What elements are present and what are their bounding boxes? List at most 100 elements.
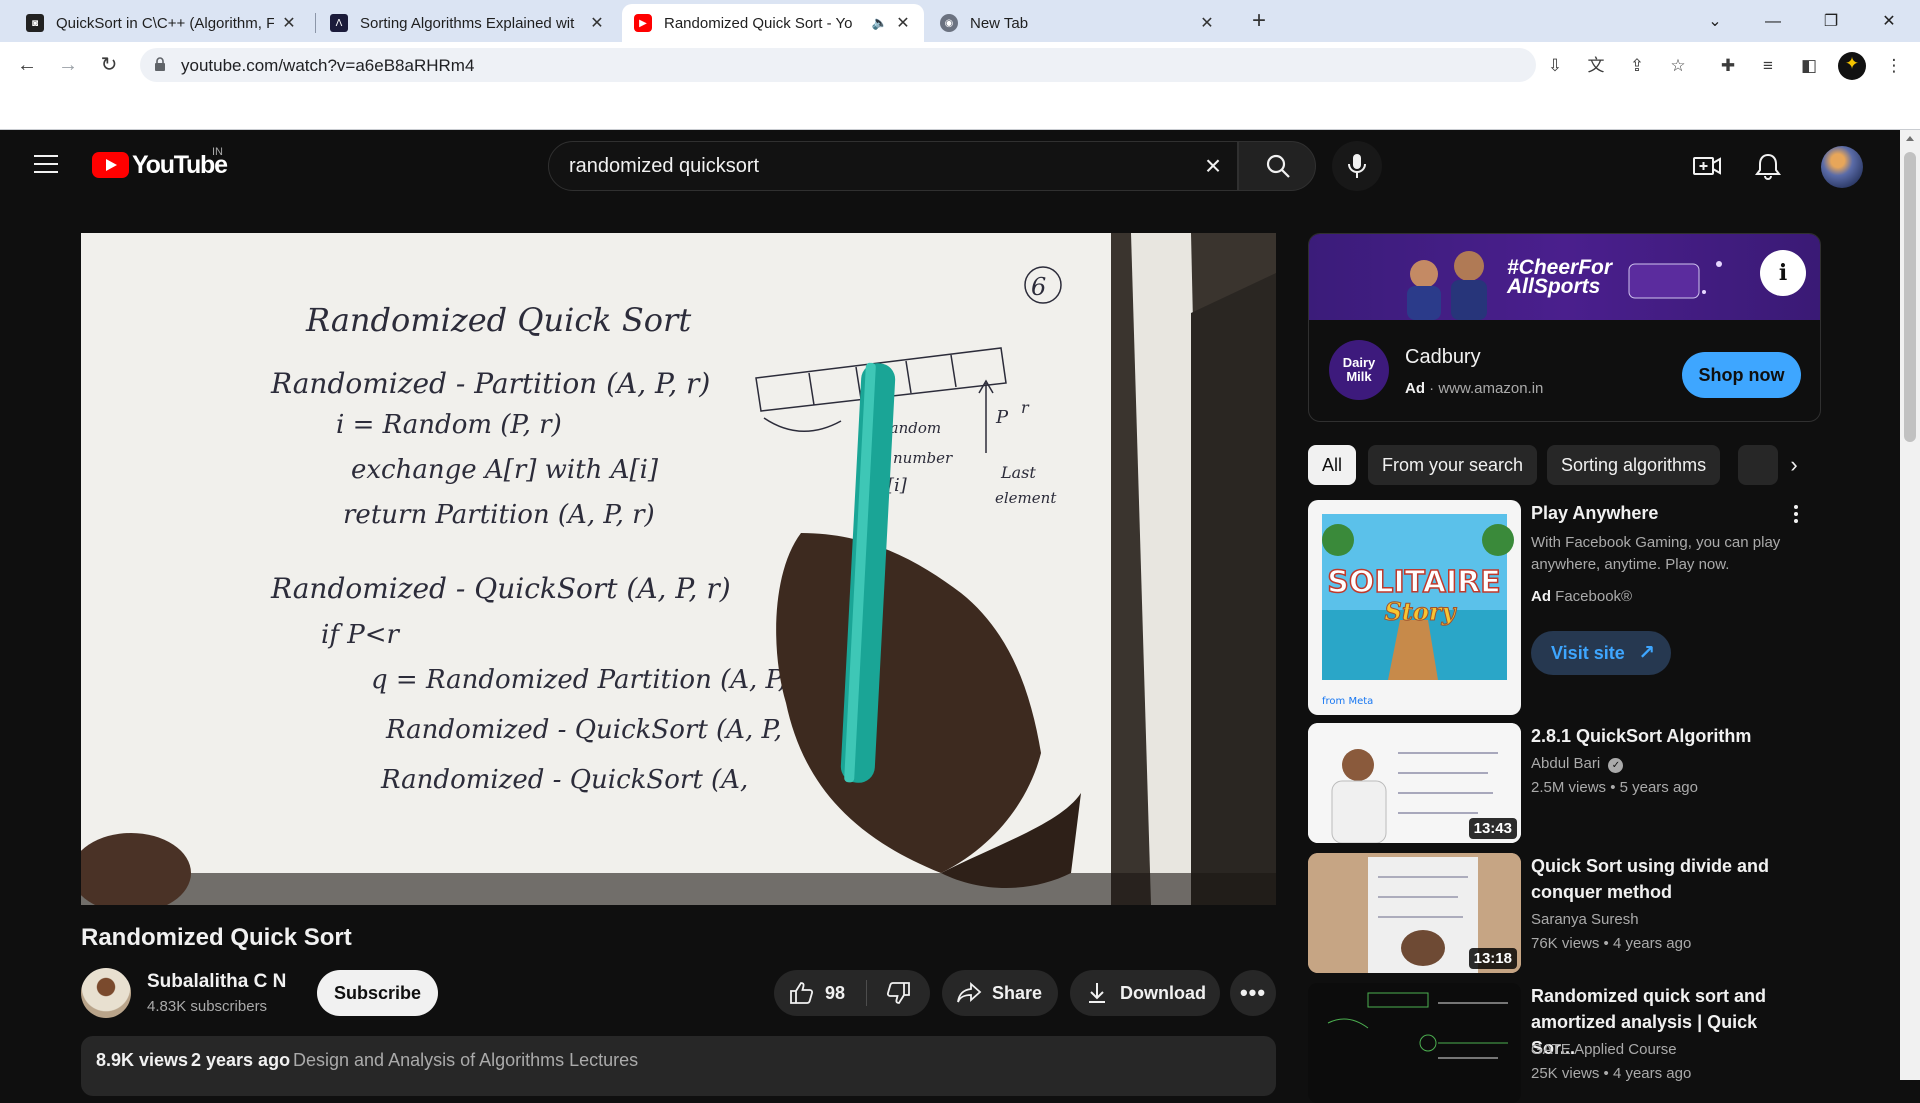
info-icon[interactable]: i <box>1760 250 1806 296</box>
whiteboard-line: i = Random (P, r) <box>336 410 562 440</box>
rec-title[interactable]: Quick Sort using divide and conquer meth… <box>1531 853 1801 905</box>
recommendation-video[interactable]: 13:43 2.8.1 QuickSort Algorithm Abdul Ba… <box>1308 723 1848 843</box>
channel-name[interactable]: Subalalitha C N <box>147 971 286 993</box>
search-input[interactable]: randomized quicksort × <box>548 141 1238 191</box>
rec-description: With Facebook Gaming, you can play anywh… <box>1531 534 1781 573</box>
maximize-icon[interactable]: ❐ <box>1808 4 1854 40</box>
close-icon[interactable]: ✕ <box>280 13 298 33</box>
description-box[interactable]: 8.9K views 2 years ago Design and Analys… <box>81 1036 1276 1096</box>
thumb-text: SOLITAIRE <box>1327 565 1501 600</box>
clear-search-icon[interactable]: × <box>1199 152 1227 180</box>
browser-tab-3-active[interactable]: ▶ Randomized Quick Sort - Yo 🔈 ✕ <box>622 4 924 42</box>
forward-arrow-icon[interactable]: → <box>53 50 83 80</box>
whiteboard-line: Randomized - QuickSort (A, P, <box>385 715 782 745</box>
browser-tab-4[interactable]: ◉ New Tab ✕ <box>928 4 1228 42</box>
rec-channel[interactable]: Saranya Suresh <box>1531 911 1639 928</box>
reload-icon[interactable]: ↻ <box>94 50 124 80</box>
rec-channel[interactable]: GATE Applied Course <box>1531 1041 1677 1058</box>
address-bar[interactable]: youtube.com/watch?v=a6eB8aRHRm4 <box>140 48 1536 82</box>
create-video-icon[interactable] <box>1692 152 1722 180</box>
notifications-bell-icon[interactable] <box>1753 152 1783 180</box>
profile-avatar-icon[interactable]: ✦ <box>1838 52 1866 80</box>
browser-menu-icon[interactable]: ⋮ <box>1882 54 1906 78</box>
sponsored-recommendation[interactable]: SOLITAIRE Story from Meta Play Anywhere … <box>1308 500 1848 715</box>
scrollbar-thumb[interactable] <box>1904 152 1916 442</box>
page-number: 6 <box>1031 273 1046 301</box>
visit-site-button[interactable]: Visit site ↗ <box>1531 631 1671 675</box>
advertiser-name[interactable]: Cadbury <box>1405 346 1481 369</box>
chip-partial[interactable] <box>1738 445 1778 485</box>
browser-tab-2[interactable]: Λ Sorting Algorithms Explained wit ✕ <box>318 4 618 42</box>
close-icon[interactable]: ✕ <box>588 13 606 33</box>
translate-icon[interactable]: 文 <box>1584 54 1608 78</box>
rec-channel[interactable]: Abdul Bari ✓ <box>1531 755 1624 773</box>
video-duration: 13:18 <box>1468 948 1517 969</box>
playlist-link[interactable]: Design and Analysis of Algorithms Lectur… <box>293 1050 638 1071</box>
youtube-page: YouTube IN randomized quicksort × Random… <box>0 130 1900 1103</box>
close-icon[interactable]: ✕ <box>1198 13 1216 33</box>
video-thumbnail[interactable] <box>1308 983 1521 1103</box>
minimize-icon[interactable]: — <box>1750 4 1796 40</box>
upload-date: 2 years ago <box>191 1050 291 1070</box>
account-avatar[interactable] <box>1821 146 1863 188</box>
scroll-up-arrow-icon[interactable] <box>1906 136 1914 141</box>
search-button[interactable] <box>1238 141 1316 191</box>
whiteboard-note: [i] <box>887 475 908 496</box>
rec-title[interactable]: Play Anywhere <box>1531 500 1801 526</box>
more-vertical-icon[interactable] <box>1794 505 1800 525</box>
shop-now-button[interactable]: Shop now <box>1682 352 1801 398</box>
speaker-mute-icon[interactable]: 🔈 <box>872 15 888 31</box>
channel-avatar[interactable] <box>81 968 131 1018</box>
lock-icon[interactable] <box>154 57 166 71</box>
close-icon[interactable]: ✕ <box>894 13 912 33</box>
tab-search-chevron-icon[interactable]: ⌄ <box>1692 4 1738 40</box>
thumbs-up-icon[interactable] <box>788 980 814 1006</box>
view-count: 8.9K views <box>96 1050 189 1070</box>
thumbs-down-icon[interactable] <box>886 980 912 1006</box>
extensions-puzzle-icon[interactable]: ✚ <box>1716 54 1740 78</box>
tab-title: QuickSort in C\C++ (Algorithm, F <box>56 14 274 32</box>
ad-meta: Ad · www.amazon.in <box>1405 380 1544 397</box>
side-panel-icon[interactable]: ◧ <box>1797 54 1821 78</box>
new-tab-plus-icon[interactable]: + <box>1245 7 1273 35</box>
share-page-icon[interactable]: ⇪ <box>1625 54 1649 78</box>
video-frame: Randomized Quick Sort Randomized - Parti… <box>81 233 1276 905</box>
video-thumbnail[interactable]: 13:18 <box>1308 853 1521 973</box>
recommendation-video[interactable]: 13:18 Quick Sort using divide and conque… <box>1308 853 1848 973</box>
install-icon[interactable]: ⇩ <box>1543 54 1567 78</box>
voice-search-button[interactable] <box>1332 141 1382 191</box>
chip-from-your-search[interactable]: From your search <box>1368 445 1538 485</box>
window-close-icon[interactable]: ✕ <box>1866 4 1912 40</box>
recommendation-video[interactable]: Randomized quick sort and amortized anal… <box>1308 983 1848 1103</box>
youtube-play-icon <box>92 152 129 178</box>
whiteboard-note: Last <box>1000 463 1036 482</box>
tab-divider <box>315 13 316 33</box>
video-title: Randomized Quick Sort <box>81 924 352 951</box>
download-button[interactable]: Download <box>1070 970 1220 1016</box>
rec-title[interactable]: 2.8.1 QuickSort Algorithm <box>1531 723 1801 749</box>
whiteboard-note: element <box>995 489 1057 507</box>
chip-all[interactable]: All <box>1308 445 1357 485</box>
media-queue-icon[interactable]: ≡ <box>1756 54 1780 78</box>
more-actions-button[interactable]: ••• <box>1230 970 1276 1016</box>
video-player[interactable]: Randomized Quick Sort Randomized - Parti… <box>81 233 1276 905</box>
subscribe-button[interactable]: Subscribe <box>317 970 438 1016</box>
sponsored-ad-card[interactable]: #CheerFor AllSports i Dairy Milk Cadbury… <box>1308 233 1821 422</box>
advertiser-logo[interactable]: Dairy Milk <box>1329 340 1389 400</box>
browser-tab-1[interactable]: ◙ QuickSort in C\C++ (Algorithm, F ✕ <box>14 4 310 42</box>
solitaire-thumbnail-art: SOLITAIRE Story from Meta <box>1322 514 1514 707</box>
ad-thumbnail[interactable]: SOLITAIRE Story from Meta <box>1308 500 1521 715</box>
page-scrollbar[interactable] <box>1900 130 1920 1080</box>
back-arrow-icon[interactable]: ← <box>12 50 42 80</box>
ad-banner[interactable]: #CheerFor AllSports i <box>1309 234 1820 320</box>
hamburger-menu-icon[interactable] <box>34 155 58 173</box>
youtube-logo[interactable]: YouTube IN <box>92 146 228 179</box>
video-thumbnail[interactable]: 13:43 <box>1308 723 1521 843</box>
share-button[interactable]: Share <box>942 970 1058 1016</box>
chevron-right-icon[interactable]: › <box>1774 445 1814 485</box>
rec-meta: 2.5M views • 5 years ago <box>1531 779 1698 796</box>
like-count[interactable]: 98 <box>825 983 845 1004</box>
bookmark-star-icon[interactable]: ☆ <box>1666 54 1690 78</box>
chrome-icon: ◉ <box>940 14 958 32</box>
chip-sorting-algorithms[interactable]: Sorting algorithms <box>1547 445 1721 485</box>
